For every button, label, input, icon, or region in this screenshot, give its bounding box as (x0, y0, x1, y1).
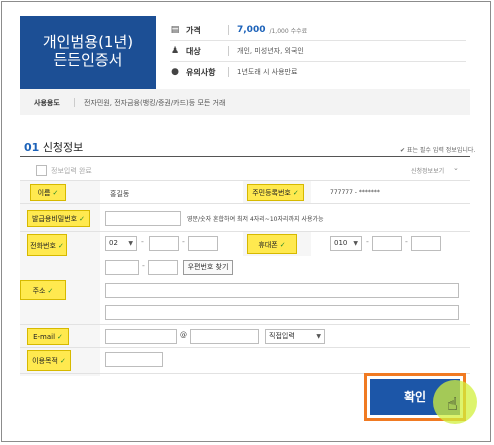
validity-value: 1년도래 시 사용만료 (237, 68, 298, 76)
price-label: 가격 (186, 25, 201, 35)
email-id-input[interactable] (105, 329, 177, 344)
chevron-down-icon: ▼ (128, 240, 133, 247)
usage-label: 사용용도 (34, 99, 60, 107)
target-value: 개인, 미성년자, 외국인 (237, 47, 304, 55)
certificate-title-line2: 든든인증서 (53, 51, 123, 69)
phone-last-input[interactable] (188, 236, 218, 251)
target-label: 대상 (186, 46, 201, 56)
usage-bar: 사용용도 전자민원, 전자금융(뱅킹/증권/카드)등 모든 거래 (20, 89, 470, 115)
dash: - (182, 237, 185, 246)
password-hint: 영문/숫자 혼합하여 최저 4자리~10자리까지 사용가능 (187, 216, 324, 223)
price-row: ▤ 가격 7,000 /1,000 수수료 (170, 20, 466, 40)
person-icon: ♟ (170, 46, 180, 56)
price-value: 7,000 (237, 25, 266, 35)
section-title: 01 신청정보 (24, 139, 83, 155)
dash: - (405, 237, 408, 246)
row-divider (20, 203, 470, 204)
rrn-label: 주민등록번호 ✓ (247, 184, 304, 201)
name-value: 홍길동 (110, 190, 130, 198)
price-icon: ▤ (170, 25, 180, 35)
address-label: 주소 ✓ (20, 280, 66, 300)
address-line2-input[interactable] (105, 305, 459, 320)
email-label: E-mail ✓ (27, 328, 69, 345)
zip-first-input[interactable] (105, 260, 139, 275)
chevron-down-icon: ▼ (316, 333, 321, 340)
divider (74, 98, 75, 107)
password-input[interactable] (105, 211, 181, 226)
alert-icon: ● (171, 67, 179, 77)
zip-second-input[interactable] (148, 260, 178, 275)
dash: - (366, 237, 369, 246)
row-divider (20, 347, 470, 348)
dash: - (141, 237, 144, 246)
divider (228, 25, 229, 35)
certificate-title-box: 개인범용(1년) 든든인증서 (20, 16, 156, 89)
zip-search-button[interactable]: 우편번호 찾기 (183, 260, 233, 275)
usage-value: 전자민원, 전자금융(뱅킹/증권/카드)등 모든 거래 (84, 99, 226, 107)
info-complete-label: 정보입력 완료 (51, 167, 92, 175)
certificate-title-line1: 개인범용(1년) (42, 33, 134, 51)
email-domain-input[interactable] (190, 329, 259, 344)
mobile-prefix-select[interactable]: 010 ▼ (330, 236, 362, 251)
validity-row: ● 유의사항 1년도래 시 사용만료 (170, 62, 466, 82)
divider (228, 67, 229, 77)
section-divider (20, 156, 470, 157)
rrn-value: 777777 - ******* (330, 189, 380, 196)
purpose-label: 이용목적 ✓ (27, 350, 71, 371)
mobile-last-input[interactable] (411, 236, 441, 251)
address-line1-input[interactable] (105, 283, 459, 298)
info-list: ▤ 가격 7,000 /1,000 수수료 ♟ 대상 개인, 미성년자, 외국인… (170, 20, 466, 82)
email-domain-select[interactable]: 직접입력 ▼ (265, 329, 325, 344)
mobile-middle-input[interactable] (372, 236, 402, 251)
chevron-down-icon[interactable]: ⌄ (453, 164, 459, 172)
phone-middle-input[interactable] (149, 236, 179, 251)
section-number: 01 (24, 141, 40, 154)
purpose-input[interactable] (105, 352, 163, 367)
name-label: 이름 ✓ (30, 184, 66, 201)
phone-label: 전화번호 ✓ (27, 234, 67, 256)
mobile-label: 휴대폰 ✓ (247, 234, 297, 254)
required-note: ✔ 표는 필수 입력 정보입니다. (400, 147, 476, 154)
toggle-info-link[interactable]: 신청정보보기 (411, 166, 444, 175)
row-divider (20, 324, 470, 325)
divider (228, 46, 229, 56)
chevron-down-icon: ▼ (353, 240, 358, 247)
hand-cursor-icon: ☝ (447, 394, 458, 415)
target-row: ♟ 대상 개인, 미성년자, 외국인 (170, 41, 466, 61)
info-complete-checkbox[interactable] (36, 165, 47, 176)
price-note: /1,000 수수료 (269, 27, 308, 35)
section-title-text: 신청정보 (42, 141, 84, 154)
phone-prefix-select[interactable]: 02 ▼ (105, 236, 137, 251)
password-label: 발급용비밀번호 ✓ (27, 210, 90, 227)
dash: - (142, 261, 145, 270)
email-at-sign: @ (180, 331, 187, 339)
validity-label: 유의사항 (186, 67, 216, 77)
